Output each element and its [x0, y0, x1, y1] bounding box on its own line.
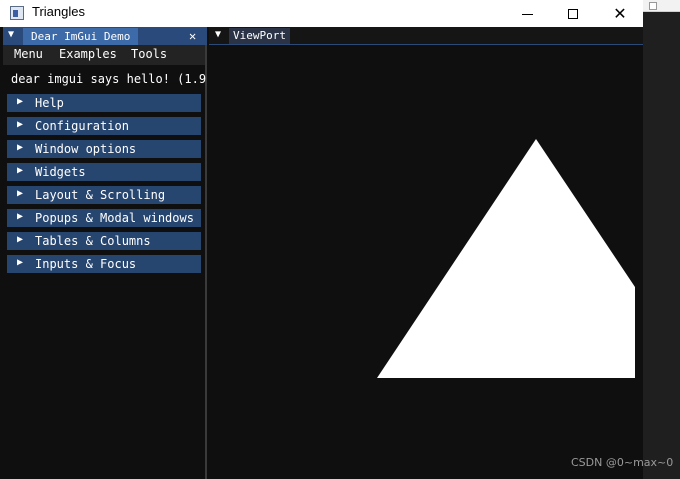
section-layout-scrolling[interactable]: ▶ Layout & Scrolling: [7, 186, 201, 204]
imgui-demo-panel: ▼ Dear ImGui Demo ✕ Menu Examples Tools …: [3, 27, 207, 479]
demo-panel-titlebar[interactable]: ▼ Dear ImGui Demo ✕: [3, 27, 207, 45]
close-button[interactable]: ✕: [597, 0, 643, 27]
collapse-arrow-icon[interactable]: ▼: [8, 29, 14, 40]
expand-arrow-icon: ▶: [17, 142, 24, 153]
viewport-panel: ▼ ViewPort: [209, 27, 643, 479]
menu-item-tools[interactable]: Tools: [131, 47, 167, 61]
minimize-button[interactable]: [504, 0, 550, 27]
expand-arrow-icon: ▶: [17, 257, 24, 268]
section-label: Layout & Scrolling: [35, 188, 166, 202]
expand-arrow-icon: ▶: [17, 188, 24, 199]
maximize-icon: [568, 8, 578, 19]
section-inputs-focus[interactable]: ▶ Inputs & Focus: [7, 255, 201, 273]
menu-item-examples[interactable]: Examples: [59, 47, 117, 61]
demo-menubar: Menu Examples Tools: [3, 45, 205, 65]
expand-arrow-icon: ▶: [17, 119, 24, 130]
tab-viewport[interactable]: ViewPort: [229, 28, 290, 44]
tab-dear-imgui-demo[interactable]: Dear ImGui Demo: [23, 28, 139, 45]
section-popups-modal[interactable]: ▶ Popups & Modal windows: [7, 209, 201, 227]
section-label: Help: [35, 96, 64, 110]
minimize-icon: [521, 14, 533, 15]
window-title: Triangles: [32, 4, 85, 19]
section-window-options[interactable]: ▶ Window options: [7, 140, 201, 158]
collapse-arrow-icon[interactable]: ▼: [215, 29, 221, 40]
watermark: CSDN @0~max~0: [571, 456, 674, 469]
close-icon: ✕: [613, 3, 627, 23]
expand-arrow-icon: ▶: [17, 96, 24, 107]
section-label: Window options: [35, 142, 137, 156]
expand-arrow-icon: ▶: [17, 234, 24, 245]
section-label: Inputs & Focus: [35, 257, 137, 271]
section-label: Widgets: [35, 165, 86, 179]
maximize-button[interactable]: [550, 0, 596, 27]
app-window: Triangles ✕ ▼ Dear ImGui Demo ✕ Menu Exa…: [0, 0, 643, 479]
expand-arrow-icon: ▶: [17, 165, 24, 176]
app-icon: [10, 6, 24, 20]
section-label: Tables & Columns: [35, 234, 151, 248]
section-label: Popups & Modal windows: [35, 211, 194, 225]
demo-close-icon[interactable]: ✕: [189, 27, 196, 45]
window-titlebar[interactable]: Triangles ✕: [0, 0, 643, 27]
section-help[interactable]: ▶ Help: [7, 94, 201, 112]
background-window-strip: [643, 0, 680, 12]
section-label: Configuration: [35, 119, 129, 133]
viewport-titlebar[interactable]: ▼ ViewPort: [209, 27, 643, 45]
expand-arrow-icon: ▶: [17, 211, 24, 222]
section-widgets[interactable]: ▶ Widgets: [7, 163, 201, 181]
section-configuration[interactable]: ▶ Configuration: [7, 117, 201, 135]
hello-text: dear imgui says hello! (1.91: [11, 72, 206, 86]
desktop-background: [643, 0, 680, 479]
viewport-render-canvas[interactable]: [209, 45, 643, 479]
menu-item-menu[interactable]: Menu: [14, 47, 43, 61]
section-tables-columns[interactable]: ▶ Tables & Columns: [7, 232, 201, 250]
